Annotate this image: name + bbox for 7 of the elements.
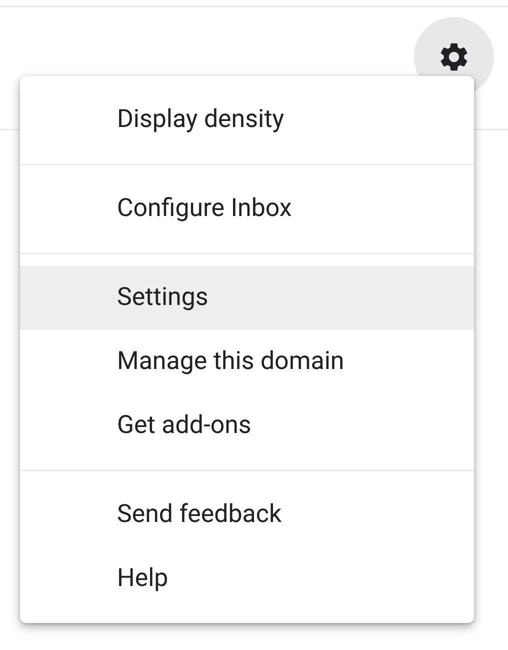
- menu-item[interactable]: Configure Inbox: [20, 177, 474, 241]
- menu-item[interactable]: Get add-ons: [20, 394, 474, 458]
- menu-item[interactable]: Help: [20, 547, 474, 611]
- menu-item[interactable]: Display density: [20, 88, 474, 152]
- menu-item[interactable]: Manage this domain: [20, 330, 474, 394]
- menu-item[interactable]: Settings: [20, 266, 474, 330]
- menu-item[interactable]: Send feedback: [20, 483, 474, 547]
